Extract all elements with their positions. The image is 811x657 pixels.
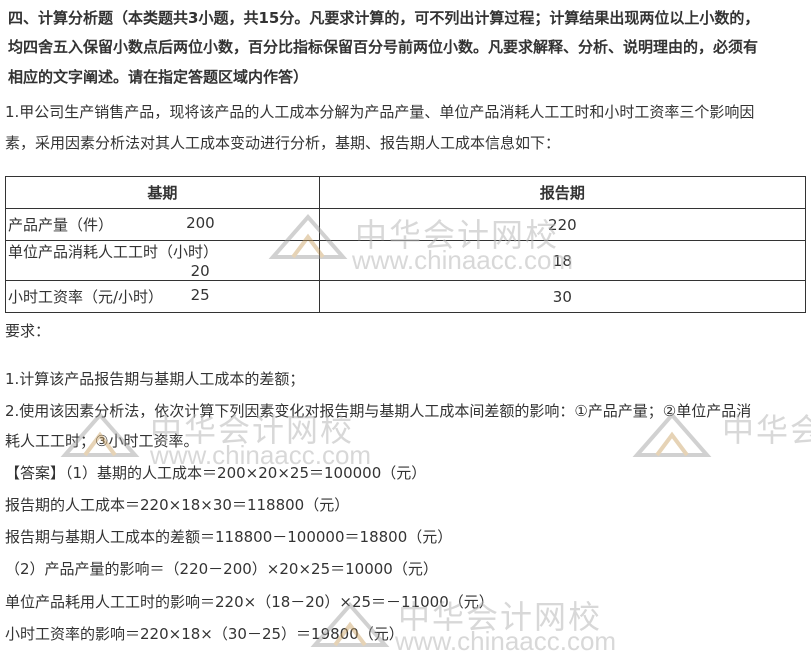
question-line-1: 1.甲公司生产销售产品，现将该产品的人工成本分解为产品产量、单位产品消耗人工工时… bbox=[5, 103, 755, 121]
answer-line-6: 小时工资率的影响＝220×18×（30－25）＝19800（元） bbox=[5, 625, 404, 643]
report-value-wage-rate: 30 bbox=[318, 280, 807, 313]
base-value-output: 200 bbox=[186, 214, 215, 232]
answer-line-1: 【答案】（1）基期的人工成本＝200×20×25＝100000（元） bbox=[5, 464, 427, 482]
row-label-text: 小时工资率（元/小时） bbox=[8, 288, 164, 306]
report-value-output: 220 bbox=[318, 208, 807, 241]
table-row: 单位产品消耗人工工时（小时） 20 18 bbox=[5, 240, 807, 281]
base-value-wage-rate: 25 bbox=[190, 286, 210, 304]
answer-line-3: 报告期与基期人工成本的差额＝118800－100000＝18800（元） bbox=[5, 528, 453, 546]
section-heading-line-2: 均四舍五入保留小数点后两位小数，百分比指标保留百分号前两位小数。凡要求解释、分析… bbox=[8, 38, 759, 56]
watermark-logo-icon bbox=[60, 411, 140, 457]
row-label-wage-rate: 小时工资率（元/小时） 25 bbox=[5, 280, 320, 313]
watermark-logo-icon bbox=[632, 411, 712, 457]
watermark-logo-icon bbox=[310, 601, 390, 647]
section-heading-line-1: 四、计算分析题（本类题共3小题，共15分。凡要求计算的，可不列出计算过程；计算结… bbox=[8, 9, 760, 27]
row-label-text: 产品产量（件） bbox=[8, 216, 114, 234]
watermark-logo-icon bbox=[268, 213, 348, 259]
table-header-row: 基期 报告期 bbox=[5, 176, 807, 209]
requirements-title: 要求： bbox=[5, 322, 51, 340]
answer-line-2: 报告期的人工成本＝220×18×30＝118800（元） bbox=[5, 496, 350, 514]
document-page: 四、计算分析题（本类题共3小题，共15分。凡要求计算的，可不列出计算过程；计算结… bbox=[0, 0, 811, 657]
question-line-2: 素，采用因素分析法对其人工成本变动进行分析，基期、报告期人工成本信息如下： bbox=[5, 134, 561, 152]
column-header-base-period: 基期 bbox=[5, 176, 320, 209]
cost-factor-table: 基期 报告期 产品产量（件） 200 220 单位产品消耗人工工时（小时） 20… bbox=[5, 176, 807, 313]
table-row: 小时工资率（元/小时） 25 30 bbox=[5, 280, 807, 313]
requirement-item-1: 1.计算该产品报告期与基期人工成本的差额； bbox=[5, 370, 305, 388]
report-value-hours: 18 bbox=[318, 240, 807, 281]
section-heading-line-3: 相应的文字阐述。请在指定答题区域内作答） bbox=[8, 68, 309, 86]
base-value-hours: 20 bbox=[190, 262, 210, 280]
table-row: 产品产量（件） 200 220 bbox=[5, 208, 807, 241]
row-label-text: 单位产品消耗人工工时（小时） bbox=[8, 243, 219, 261]
answer-line-5: 单位产品耗用人工工时的影响＝220×（18－20）×25＝－11000（元） bbox=[5, 593, 494, 611]
answer-line-4: （2）产品产量的影响＝（220－200）×20×25＝10000（元） bbox=[5, 560, 438, 578]
column-header-report-period: 报告期 bbox=[318, 176, 807, 209]
